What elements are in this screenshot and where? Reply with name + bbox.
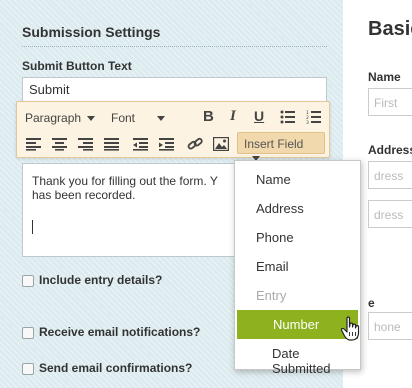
include-entry-details-label: Include entry details? bbox=[39, 273, 163, 287]
first-name-input[interactable]: First bbox=[368, 88, 412, 116]
address-input-2[interactable]: dress bbox=[368, 200, 412, 228]
menu-item-name[interactable]: Name bbox=[235, 165, 360, 194]
send-confirmations-checkbox[interactable] bbox=[22, 363, 34, 375]
hand-pointer-icon bbox=[340, 316, 360, 341]
insert-field-label: Insert Field bbox=[244, 137, 304, 151]
include-entry-details-checkbox[interactable] bbox=[22, 275, 34, 287]
link-icon[interactable] bbox=[187, 137, 203, 151]
align-justify-icon[interactable] bbox=[104, 137, 120, 151]
font-dropdown[interactable]: Font bbox=[111, 111, 166, 125]
phone-input[interactable]: hone bbox=[368, 312, 412, 340]
numbered-list-icon[interactable]: 1 2 3 bbox=[306, 110, 322, 124]
insert-field-button[interactable]: Insert Field bbox=[237, 132, 325, 162]
submit-button-text-label: Submit Button Text bbox=[22, 59, 132, 73]
submit-button-text-input[interactable]: Submit bbox=[22, 77, 327, 102]
image-icon[interactable] bbox=[213, 137, 229, 151]
bold-button[interactable]: B bbox=[203, 108, 214, 125]
form-title: Basic bbox=[368, 18, 412, 40]
panel-title: Submission Settings bbox=[22, 24, 161, 40]
phone-label: e bbox=[368, 296, 375, 310]
send-confirmations-label: Send email confirmations? bbox=[39, 361, 193, 375]
align-left-icon[interactable] bbox=[26, 137, 42, 151]
chevron-down-icon bbox=[157, 116, 166, 122]
text-cursor bbox=[32, 220, 33, 234]
bullet-list-icon[interactable] bbox=[280, 110, 296, 124]
paragraph-dropdown[interactable]: Paragraph bbox=[25, 111, 96, 125]
menu-group-entry: Entry bbox=[256, 288, 287, 303]
underline-button[interactable]: U bbox=[254, 108, 264, 124]
receive-notifications-label: Receive email notifications? bbox=[39, 325, 201, 339]
svg-text:3: 3 bbox=[306, 120, 309, 124]
paragraph-label: Paragraph bbox=[25, 111, 82, 125]
chevron-down-icon bbox=[87, 116, 96, 122]
name-label: Name bbox=[368, 70, 401, 84]
editor-toolbar: Paragraph Font B I U 1 2 3 Insert Field bbox=[16, 101, 330, 162]
menu-item-date-submitted[interactable]: Date Submitted bbox=[235, 339, 360, 376]
font-label: Font bbox=[111, 111, 136, 125]
align-right-icon[interactable] bbox=[78, 137, 94, 151]
outdent-icon[interactable] bbox=[133, 137, 149, 151]
menu-item-address[interactable]: Address bbox=[235, 194, 360, 223]
address-input-1[interactable]: dress bbox=[368, 161, 412, 189]
menu-item-email[interactable]: Email bbox=[235, 252, 360, 281]
divider bbox=[22, 46, 327, 47]
align-center-icon[interactable] bbox=[52, 137, 68, 151]
italic-button[interactable]: I bbox=[230, 108, 236, 125]
indent-icon[interactable] bbox=[159, 137, 175, 151]
receive-notifications-checkbox[interactable] bbox=[22, 327, 34, 339]
address-label: Address bbox=[368, 143, 412, 157]
menu-item-phone[interactable]: Phone bbox=[235, 223, 360, 252]
